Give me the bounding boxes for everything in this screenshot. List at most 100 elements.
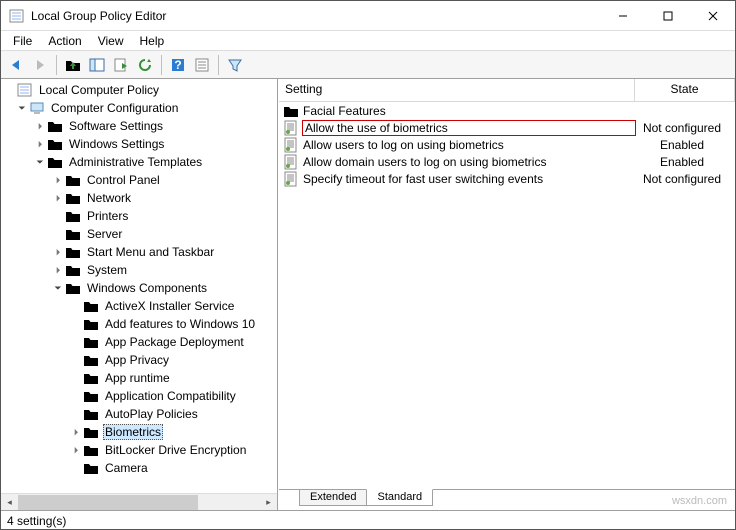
computer-icon bbox=[29, 100, 45, 116]
tree-activex-installer[interactable]: ActiveX Installer Service bbox=[1, 297, 277, 315]
policy-icon bbox=[283, 171, 299, 187]
folder-icon bbox=[83, 442, 99, 458]
list-item-state: Not configured bbox=[635, 172, 735, 186]
tree-autoplay-policies[interactable]: AutoPlay Policies bbox=[1, 405, 277, 423]
tree-windows-components[interactable]: Windows Components bbox=[1, 279, 277, 297]
menu-file[interactable]: File bbox=[5, 32, 40, 50]
expander-icon[interactable] bbox=[51, 247, 65, 258]
expander-icon[interactable] bbox=[51, 265, 65, 276]
folder-icon bbox=[65, 190, 81, 206]
tree-app-runtime[interactable]: App runtime bbox=[1, 369, 277, 387]
folder-icon bbox=[83, 334, 99, 350]
folder-icon bbox=[283, 103, 299, 119]
toolbar: ? bbox=[1, 51, 735, 79]
up-button[interactable] bbox=[62, 54, 84, 76]
tree-start-menu-taskbar[interactable]: Start Menu and Taskbar bbox=[1, 243, 277, 261]
status-bar: 4 setting(s) bbox=[1, 510, 735, 530]
expander-icon[interactable] bbox=[51, 283, 65, 294]
column-state[interactable]: State bbox=[635, 79, 735, 101]
folder-icon bbox=[83, 352, 99, 368]
tree-view[interactable]: Local Computer Policy Computer Configura… bbox=[1, 79, 277, 493]
tree-computer-configuration[interactable]: Computer Configuration bbox=[1, 99, 277, 117]
scroll-right-icon[interactable]: ▸ bbox=[260, 494, 277, 511]
refresh-button[interactable] bbox=[134, 54, 156, 76]
tree-application-compatibility[interactable]: Application Compatibility bbox=[1, 387, 277, 405]
tab-extended[interactable]: Extended bbox=[299, 490, 367, 506]
tree-horizontal-scrollbar[interactable]: ◂ ▸ bbox=[1, 493, 277, 510]
svg-text:?: ? bbox=[174, 58, 181, 72]
list-item-state: Enabled bbox=[635, 155, 735, 169]
list-row[interactable]: Facial Features bbox=[279, 102, 735, 119]
content-area: Local Computer Policy Computer Configura… bbox=[1, 79, 735, 510]
menu-bar: File Action View Help bbox=[1, 31, 735, 51]
policy-icon bbox=[283, 137, 299, 153]
export-button[interactable] bbox=[110, 54, 132, 76]
list-row[interactable]: Allow domain users to log on using biome… bbox=[279, 153, 735, 170]
status-text: 4 setting(s) bbox=[7, 514, 66, 528]
folder-icon bbox=[47, 118, 63, 134]
scroll-left-icon[interactable]: ◂ bbox=[1, 494, 18, 511]
filter-button[interactable] bbox=[224, 54, 246, 76]
folder-icon bbox=[65, 280, 81, 296]
tree-control-panel[interactable]: Control Panel bbox=[1, 171, 277, 189]
list-row[interactable]: Allow the use of biometricsNot configure… bbox=[279, 119, 735, 136]
minimize-button[interactable] bbox=[600, 1, 645, 30]
forward-button[interactable] bbox=[29, 54, 51, 76]
view-tabs: Extended Standard bbox=[279, 489, 735, 510]
tree-app-privacy[interactable]: App Privacy bbox=[1, 351, 277, 369]
policy-icon bbox=[17, 82, 33, 98]
window-title: Local Group Policy Editor bbox=[31, 9, 600, 23]
tree-software-settings[interactable]: Software Settings bbox=[1, 117, 277, 135]
list-header: Setting State bbox=[279, 79, 735, 102]
expander-icon[interactable] bbox=[51, 175, 65, 186]
list-item-label: Allow users to log on using biometrics bbox=[303, 138, 635, 152]
scroll-thumb[interactable] bbox=[18, 495, 198, 510]
tree-administrative-templates[interactable]: Administrative Templates bbox=[1, 153, 277, 171]
tree-root[interactable]: Local Computer Policy bbox=[1, 81, 277, 99]
close-button[interactable] bbox=[690, 1, 735, 30]
tree-network[interactable]: Network bbox=[1, 189, 277, 207]
expander-icon[interactable] bbox=[33, 157, 47, 168]
folder-icon bbox=[65, 208, 81, 224]
folder-icon bbox=[83, 370, 99, 386]
expander-icon[interactable] bbox=[33, 139, 47, 150]
expander-icon[interactable] bbox=[33, 121, 47, 132]
list-item-label: Specify timeout for fast user switching … bbox=[303, 172, 635, 186]
tree-server[interactable]: Server bbox=[1, 225, 277, 243]
tree-bitlocker[interactable]: BitLocker Drive Encryption bbox=[1, 441, 277, 459]
tree-biometrics[interactable]: Biometrics bbox=[1, 423, 277, 441]
expander-icon[interactable] bbox=[69, 427, 83, 438]
show-hide-tree-button[interactable] bbox=[86, 54, 108, 76]
column-setting[interactable]: Setting bbox=[279, 79, 635, 101]
tree-windows-settings[interactable]: Windows Settings bbox=[1, 135, 277, 153]
expander-icon[interactable] bbox=[69, 445, 83, 456]
expander-icon[interactable] bbox=[51, 193, 65, 204]
list-row[interactable]: Specify timeout for fast user switching … bbox=[279, 170, 735, 187]
folder-icon bbox=[83, 460, 99, 476]
watermark: wsxdn.com bbox=[672, 495, 727, 507]
folder-icon bbox=[83, 424, 99, 440]
folder-icon bbox=[65, 262, 81, 278]
folder-icon bbox=[83, 388, 99, 404]
title-bar: Local Group Policy Editor bbox=[1, 1, 735, 31]
folder-icon bbox=[65, 244, 81, 260]
tree-printers[interactable]: Printers bbox=[1, 207, 277, 225]
back-button[interactable] bbox=[5, 54, 27, 76]
folder-icon bbox=[83, 316, 99, 332]
menu-help[interactable]: Help bbox=[132, 32, 173, 50]
folder-icon bbox=[65, 226, 81, 242]
expander-icon[interactable] bbox=[15, 103, 29, 114]
tree-add-features-win10[interactable]: Add features to Windows 10 bbox=[1, 315, 277, 333]
tree-camera[interactable]: Camera bbox=[1, 459, 277, 477]
list-row[interactable]: Allow users to log on using biometricsEn… bbox=[279, 136, 735, 153]
tree-app-package-deployment[interactable]: App Package Deployment bbox=[1, 333, 277, 351]
menu-action[interactable]: Action bbox=[40, 32, 89, 50]
tab-standard[interactable]: Standard bbox=[366, 489, 433, 506]
list-body[interactable]: Facial FeaturesAllow the use of biometri… bbox=[279, 102, 735, 489]
properties-button[interactable] bbox=[191, 54, 213, 76]
tree-system[interactable]: System bbox=[1, 261, 277, 279]
maximize-button[interactable] bbox=[645, 1, 690, 30]
tree-pane: Local Computer Policy Computer Configura… bbox=[1, 79, 278, 510]
menu-view[interactable]: View bbox=[90, 32, 132, 50]
help-button[interactable]: ? bbox=[167, 54, 189, 76]
